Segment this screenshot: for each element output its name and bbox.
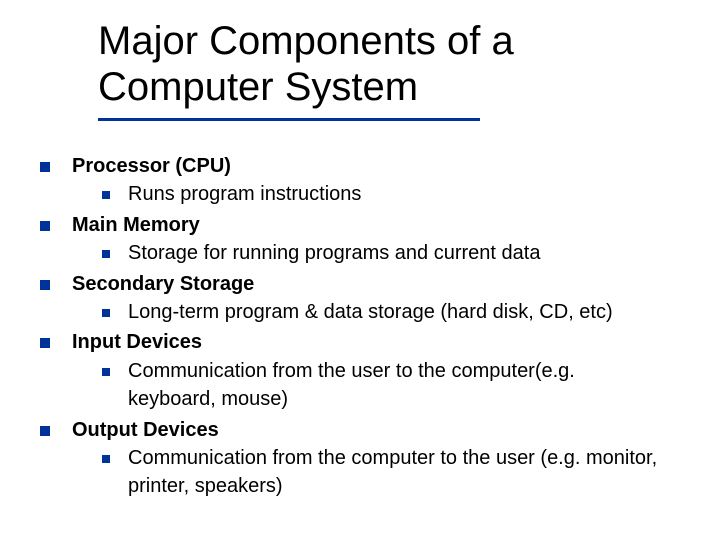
bullet-icon: [102, 250, 110, 258]
bullet-icon: [40, 280, 50, 290]
bullet-icon: [40, 162, 50, 172]
item-text: Runs program instructions: [128, 180, 361, 208]
list-item: Input Devices: [40, 328, 692, 356]
slide: Major Components of a Computer System Pr…: [0, 0, 720, 540]
bullet-icon: [102, 368, 110, 376]
list-item: Output Devices: [40, 416, 692, 444]
item-heading: Main Memory: [72, 211, 200, 239]
list-item: Secondary Storage: [40, 270, 692, 298]
title-underline: [98, 118, 480, 121]
bullet-icon: [40, 338, 50, 348]
bullet-icon: [102, 309, 110, 317]
list-subitem: Communication from the user to the compu…: [102, 357, 692, 414]
item-text: Long-term program & data storage (hard d…: [128, 298, 613, 326]
item-heading: Processor (CPU): [72, 152, 231, 180]
title-line-2: Computer System: [98, 65, 418, 109]
list-item: Main Memory: [40, 211, 692, 239]
list-subitem: Storage for running programs and current…: [102, 239, 692, 267]
bullet-icon: [40, 221, 50, 231]
bullet-icon: [102, 455, 110, 463]
list-item: Processor (CPU): [40, 152, 692, 180]
slide-title: Major Components of a Computer System: [98, 18, 514, 110]
item-heading: Input Devices: [72, 328, 202, 356]
list-subitem: Long-term program & data storage (hard d…: [102, 298, 692, 326]
item-text: Communication from the user to the compu…: [128, 357, 668, 414]
slide-body: Processor (CPU) Runs program instruction…: [40, 150, 692, 501]
bullet-icon: [102, 191, 110, 199]
item-heading: Secondary Storage: [72, 270, 254, 298]
item-text: Storage for running programs and current…: [128, 239, 540, 267]
bullet-icon: [40, 426, 50, 436]
title-line-1: Major Components of a: [98, 19, 514, 63]
list-subitem: Runs program instructions: [102, 180, 692, 208]
list-subitem: Communication from the computer to the u…: [102, 444, 692, 501]
item-text: Communication from the computer to the u…: [128, 444, 668, 501]
item-heading: Output Devices: [72, 416, 219, 444]
